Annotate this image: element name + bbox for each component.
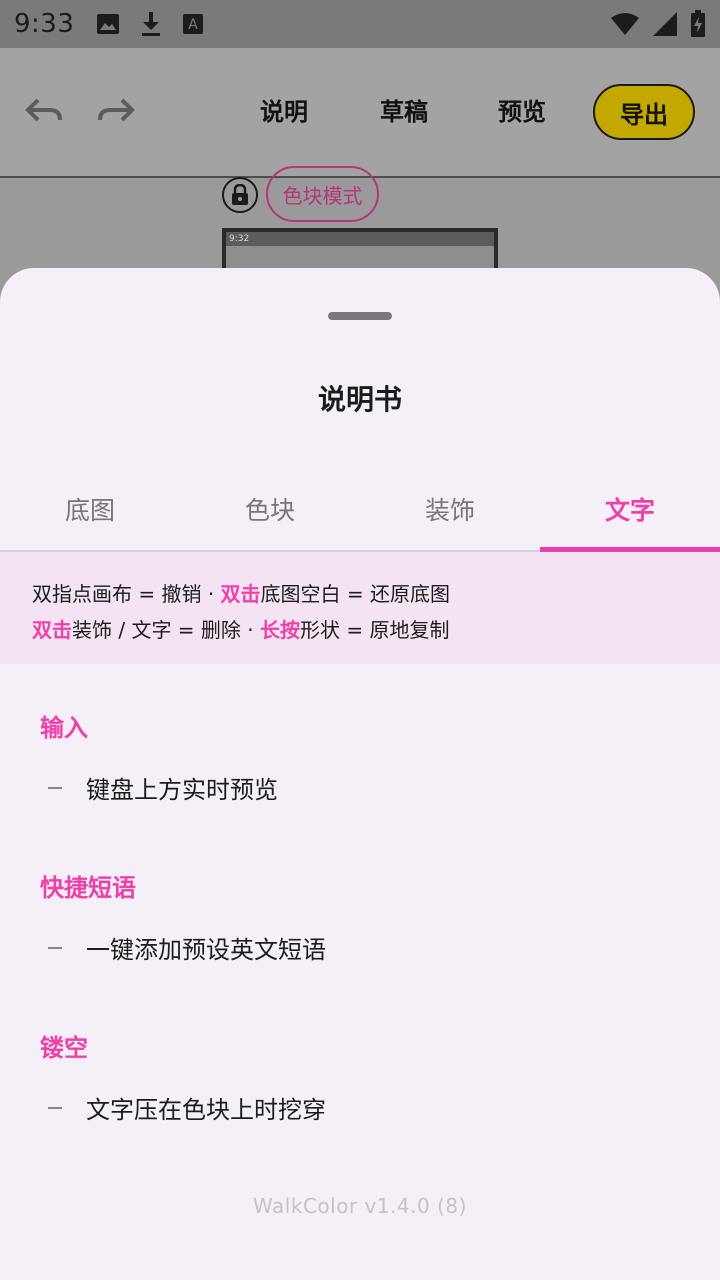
- svg-text:A: A: [189, 17, 199, 33]
- thumbnail-status-bar: 9:32: [226, 232, 494, 246]
- status-time: 9:33: [14, 9, 75, 39]
- tab-color-block[interactable]: 色块: [180, 468, 360, 550]
- instructions-sheet: 说明书 底图 色块 装饰 文字 双指点画布 = 撤销 · 双击底图空白 = 还原…: [0, 268, 720, 1280]
- tab-decoration[interactable]: 装饰: [360, 468, 540, 550]
- list-item: 一键添加预设英文短语: [48, 930, 326, 965]
- section-input: 输入 键盘上方实时预览: [40, 708, 680, 804]
- bullet-dash: [48, 1106, 62, 1109]
- help-button[interactable]: 说明: [260, 90, 308, 134]
- status-bar: 9:33 A: [0, 0, 720, 48]
- app-screen: 9:33 A 说明 草稿 预览 导出 色块模式 9:32 说明书 底图 色块 装…: [0, 0, 720, 1280]
- bullet-dash: [48, 786, 62, 789]
- section-heading: 输入: [40, 714, 88, 742]
- section-item-text: 一键添加预设英文短语: [86, 936, 326, 964]
- tips-line-2: 双击装饰 / 文字 = 删除 · 长按形状 = 原地复制: [32, 618, 450, 642]
- gesture-tips: 双指点画布 = 撤销 · 双击底图空白 = 还原底图 双击装饰 / 文字 = 删…: [0, 552, 720, 664]
- image-icon: [97, 14, 120, 34]
- download-icon: [142, 12, 161, 36]
- status-icons-right: [610, 10, 706, 38]
- redo-icon[interactable]: [96, 96, 136, 128]
- status-icons-left: A: [96, 11, 204, 37]
- section-item-text: 键盘上方实时预览: [86, 776, 278, 804]
- preview-button[interactable]: 预览: [498, 90, 546, 134]
- undo-icon[interactable]: [24, 96, 64, 128]
- sheet-title: 说明书: [317, 383, 402, 416]
- section-hollow: 镂空 文字压在色块上时挖穿: [40, 1028, 680, 1124]
- lock-icon: [232, 184, 248, 205]
- battery-charging-icon: [691, 10, 705, 37]
- wifi-icon: [611, 13, 639, 35]
- color-block-mode-chip[interactable]: 色块模式: [266, 166, 379, 222]
- lock-button[interactable]: [222, 177, 258, 213]
- export-button[interactable]: 导出: [593, 84, 695, 140]
- draft-button[interactable]: 草稿: [380, 90, 428, 134]
- section-quick-phrases: 快捷短语 一键添加预设英文短语: [40, 868, 680, 964]
- bullet-dash: [48, 946, 62, 949]
- list-item: 文字压在色块上时挖穿: [48, 1090, 326, 1125]
- tips-line-1: 双指点画布 = 撤销 · 双击底图空白 = 还原底图: [32, 582, 451, 606]
- font-icon: A: [183, 14, 204, 34]
- tab-base-image[interactable]: 底图: [0, 468, 180, 550]
- sheet-drag-handle[interactable]: [328, 312, 392, 320]
- list-item: 键盘上方实时预览: [48, 770, 278, 805]
- section-item-text: 文字压在色块上时挖穿: [86, 1096, 326, 1124]
- version-label: WalkColor v1.4.0 (8): [253, 1194, 467, 1218]
- thumbnail-time: 9:32: [229, 234, 250, 244]
- instruction-tabs: 底图 色块 装饰 文字: [0, 468, 720, 552]
- app-toolbar: 说明 草稿 预览 导出: [0, 48, 720, 178]
- tab-text[interactable]: 文字: [540, 468, 720, 552]
- section-heading: 快捷短语: [40, 874, 136, 902]
- section-heading: 镂空: [40, 1034, 88, 1062]
- signal-icon: [653, 12, 677, 36]
